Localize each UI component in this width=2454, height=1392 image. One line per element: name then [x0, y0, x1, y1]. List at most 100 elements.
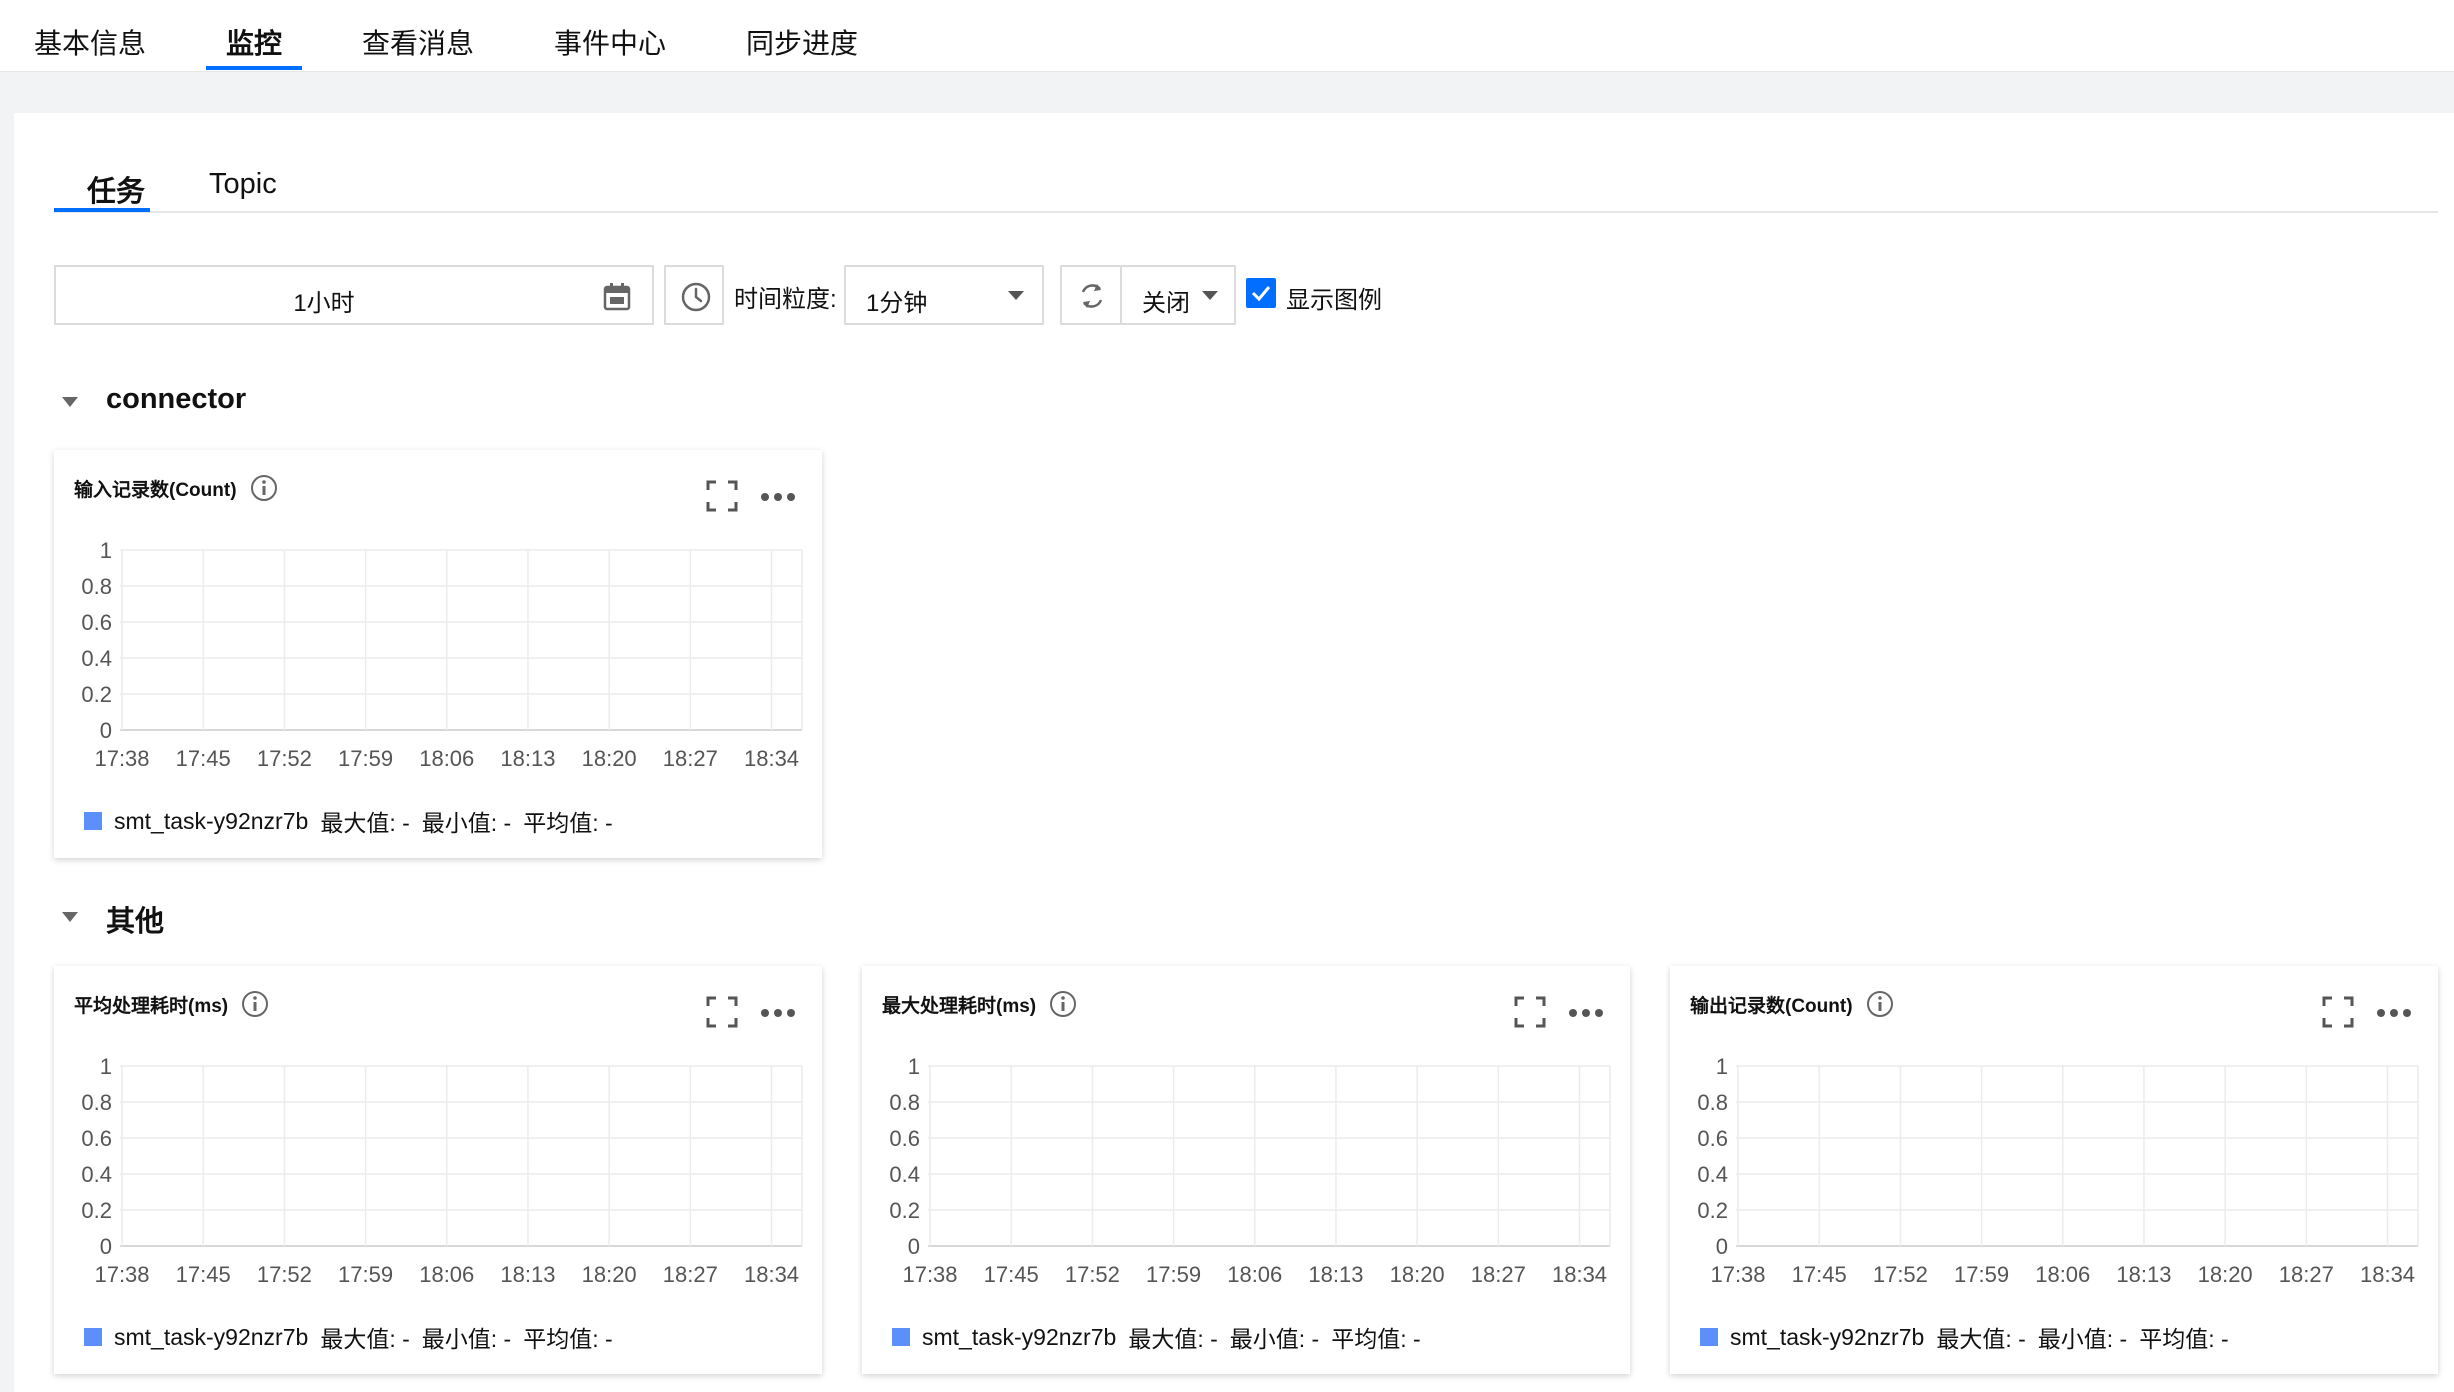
- show-legend-checkbox[interactable]: [1246, 278, 1276, 308]
- chart-title-row: 输入记录数(Count): [74, 472, 279, 504]
- chart-title-row: 平均处理耗时(ms): [74, 988, 270, 1020]
- more-icon[interactable]: [1568, 1008, 1604, 1018]
- chart-title: 最大处理耗时(ms): [882, 995, 1037, 1017]
- y-tick-label: 0: [100, 718, 112, 743]
- y-tick-label: 0: [100, 1234, 112, 1259]
- y-tick-label: 0.6: [81, 610, 112, 635]
- y-tick-label: 0.4: [81, 1162, 112, 1187]
- x-tick-label: 18:27: [2279, 1262, 2334, 1287]
- subtab-topic[interactable]: Topic: [209, 168, 277, 201]
- y-tick-label: 0.4: [81, 646, 112, 671]
- tab-monitor[interactable]: 监控: [226, 22, 282, 62]
- x-tick-label: 17:45: [176, 1262, 231, 1287]
- x-tick-label: 17:59: [1954, 1262, 2009, 1287]
- clock-icon: [681, 282, 711, 312]
- chart-legend[interactable]: smt_task-y92nzr7b 最大值: - 最小值: - 平均值: -: [892, 1322, 1433, 1352]
- x-tick-label: 18:34: [744, 746, 799, 771]
- subtab-task[interactable]: 任务: [87, 168, 145, 210]
- refresh-interval-value[interactable]: 关闭: [1142, 283, 1190, 318]
- y-tick-label: 0.2: [889, 1198, 920, 1223]
- time-range-value: 1小时: [293, 290, 355, 317]
- legend-swatch: [84, 1328, 102, 1346]
- more-icon[interactable]: [2376, 1008, 2412, 1018]
- granularity-select[interactable]: 1分钟: [844, 265, 1044, 325]
- section-title: connector: [106, 383, 247, 415]
- y-tick-label: 1: [100, 1054, 112, 1079]
- granularity-value: 1分钟: [866, 290, 928, 317]
- chevron-down-icon: [1008, 291, 1024, 300]
- chart-title-row: 输出记录数(Count): [1690, 988, 1895, 1020]
- fullscreen-icon[interactable]: [706, 480, 738, 512]
- legend-avg: 平均值: -: [523, 810, 613, 836]
- x-tick-label: 18:13: [500, 746, 555, 771]
- tab-view-messages[interactable]: 查看消息: [362, 22, 474, 62]
- info-icon[interactable]: [249, 473, 279, 503]
- refresh-icon[interactable]: [1076, 280, 1108, 317]
- x-tick-label: 18:27: [663, 746, 718, 771]
- line-chart: 1 0.8 0.6 0.4 0.2 0 17:38 17:45 17:52 17:59 18:06 1…: [81, 538, 803, 771]
- x-tick-label: 18:13: [500, 1262, 555, 1287]
- y-tick-label: 0.4: [1697, 1162, 1728, 1187]
- x-tick-label: 18:34: [1552, 1262, 1607, 1287]
- x-tick-label: 17:52: [1873, 1262, 1928, 1287]
- x-tick-label: 17:38: [94, 1262, 149, 1287]
- y-tick-label: 0.8: [1697, 1090, 1728, 1115]
- chart-legend[interactable]: smt_task-y92nzr7b 最大值: - 最小值: - 平均值: -: [84, 1322, 625, 1352]
- legend-series-name: smt_task-y92nzr7b: [1730, 1323, 1925, 1350]
- info-icon[interactable]: [1865, 989, 1895, 1019]
- x-tick-label: 18:34: [744, 1262, 799, 1287]
- more-icon[interactable]: [760, 492, 796, 502]
- y-tick-label: 1: [1716, 1054, 1728, 1079]
- y-tick-label: 0.2: [81, 1198, 112, 1223]
- y-tick-label: 0.6: [1697, 1126, 1728, 1151]
- y-tick-label: 0.2: [81, 682, 112, 707]
- info-icon[interactable]: [1048, 989, 1078, 1019]
- divider: [1120, 267, 1122, 323]
- x-tick-label: 17:38: [94, 746, 149, 771]
- x-tick-label: 18:13: [1308, 1262, 1363, 1287]
- legend-avg: 平均值: -: [523, 1326, 613, 1352]
- x-tick-label: 18:06: [2035, 1262, 2090, 1287]
- y-tick-label: 0.4: [889, 1162, 920, 1187]
- legend-min: 最小值: -: [2037, 1326, 2128, 1352]
- info-icon[interactable]: [240, 989, 270, 1019]
- y-tick-label: 0.6: [81, 1126, 112, 1151]
- line-chart: 1 0.8 0.6 0.4 0.2 0 17:38 17:45 17:52 17:59 18:06 1…: [1697, 1054, 2419, 1287]
- x-tick-label: 17:59: [1146, 1262, 1201, 1287]
- calendar-icon: [602, 282, 632, 319]
- granularity-label: 时间粒度:: [734, 286, 837, 313]
- x-tick-label: 18:06: [1227, 1262, 1282, 1287]
- x-tick-label: 18:13: [2116, 1262, 2171, 1287]
- x-tick-label: 17:38: [902, 1262, 957, 1287]
- check-icon: [1251, 286, 1271, 302]
- legend-avg: 平均值: -: [2139, 1326, 2229, 1352]
- y-tick-label: 0.8: [889, 1090, 920, 1115]
- time-shortcut-button[interactable]: [664, 265, 724, 325]
- x-tick-label: 17:52: [1065, 1262, 1120, 1287]
- tab-event-center[interactable]: 事件中心: [554, 22, 666, 62]
- legend-max: 最大值: -: [1936, 1326, 2026, 1352]
- show-legend-label: 显示图例: [1286, 287, 1382, 314]
- legend-series-name: smt_task-y92nzr7b: [114, 1323, 309, 1350]
- x-tick-label: 17:38: [1710, 1262, 1765, 1287]
- chart-card-output-count: 输出记录数(Count) 1 0.8 0.6 0.4 0.2 0 17:38 17:45 17:5…: [1670, 966, 2438, 1374]
- legend-min: 最小值: -: [421, 1326, 512, 1352]
- chart-legend[interactable]: smt_task-y92nzr7b 最大值: - 最小值: - 平均值: -: [1700, 1322, 2241, 1352]
- more-icon[interactable]: [760, 1008, 796, 1018]
- tab-sync-progress[interactable]: 同步进度: [746, 22, 858, 62]
- fullscreen-icon[interactable]: [2322, 996, 2354, 1028]
- legend-swatch: [84, 812, 102, 830]
- line-chart: 1 0.8 0.6 0.4 0.2 0 17:38 17:45 17:52 17:59 18:06 1…: [889, 1054, 1611, 1287]
- chart-legend[interactable]: smt_task-y92nzr7b 最大值: - 最小值: - 平均值: -: [84, 806, 625, 836]
- legend-swatch: [1700, 1328, 1718, 1346]
- x-tick-label: 18:20: [582, 1262, 637, 1287]
- chart-card-input-count: 输入记录数(Count) 1 0.8 0.6 0.4 0.2 0 17:38 17:45 17:5…: [54, 450, 822, 858]
- fullscreen-icon[interactable]: [1514, 996, 1546, 1028]
- tab-basic-info[interactable]: 基本信息: [34, 22, 146, 62]
- time-range-picker[interactable]: 1小时: [54, 265, 654, 325]
- x-tick-label: 18:27: [1471, 1262, 1526, 1287]
- fullscreen-icon[interactable]: [706, 996, 738, 1028]
- chart-card-max-latency: 最大处理耗时(ms) 1 0.8 0.6 0.4 0.2 0 17:38 17:45 17:52 1…: [862, 966, 1630, 1374]
- legend-max: 最大值: -: [1128, 1326, 1218, 1352]
- chart-title-row: 最大处理耗时(ms): [882, 988, 1078, 1020]
